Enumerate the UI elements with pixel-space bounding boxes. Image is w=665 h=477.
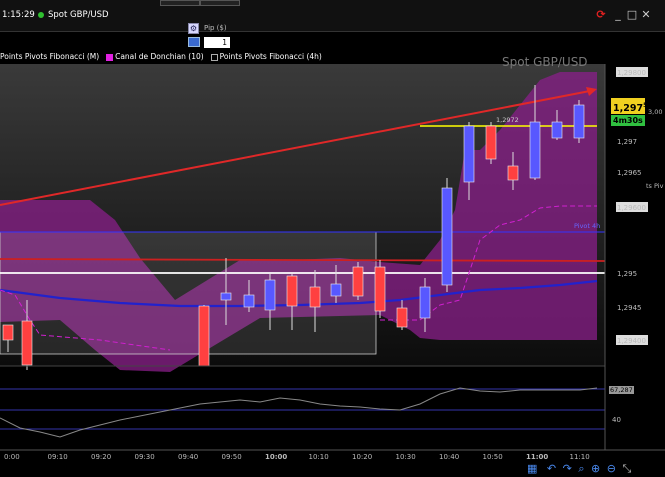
minimize-icon[interactable]: _ <box>611 8 625 22</box>
time-tick-label: 10:40 <box>439 453 459 461</box>
time-tick-label: 10:50 <box>483 453 503 461</box>
time-tick-label: 09:30 <box>135 453 155 461</box>
clock: 1:15:29 <box>2 10 35 20</box>
time-axis[interactable]: 0:00 09:10 09:20 09:30 09:40 09:50 10:00 10:10 1… <box>4 453 590 461</box>
price-tick-label: 1,295 <box>617 270 637 278</box>
price-tick-label: 1,2965 <box>617 169 642 177</box>
pip-label: Pip ($) <box>204 24 227 32</box>
zoom-out-icon[interactable]: ⊖ <box>607 462 616 475</box>
osc-value-tag: 67,287 <box>609 386 634 394</box>
price-tick-label: 1,297 <box>617 138 637 146</box>
edge-label-1: 3,00 <box>648 108 663 116</box>
indicator-pivot-monthly[interactable]: Points Pivots Fibonacci (M) <box>0 52 99 61</box>
wrench-icon[interactable]: ⚙ <box>188 23 199 34</box>
refresh-icon[interactable]: ⟳ <box>594 8 608 22</box>
time-tick-label: 10:00 <box>265 453 287 461</box>
pip-input[interactable]: 1 <box>204 37 230 48</box>
bearish-candle <box>352 262 364 300</box>
close-icon[interactable]: ✕ <box>639 8 653 22</box>
time-tick-label: 0:00 <box>4 453 20 461</box>
price-tick-label: 1,29600 <box>617 204 646 212</box>
scroll-tab-2[interactable] <box>200 0 240 6</box>
pivot-label: Pivot 4h <box>574 222 601 230</box>
zoom-icon[interactable]: ⌕ <box>578 462 584 475</box>
bottom-toolbar: ▦ ↶ ↷ ⌕ ⊕ ⊖ ⤡ <box>527 462 631 476</box>
price-tick-label: 1,29400 <box>617 337 646 345</box>
price-tick-label: 1,29800 <box>617 69 646 77</box>
indicator-legend: Points Pivots Fibonacci (M) Canal de Don… <box>0 52 326 64</box>
current-price-sup: 5 <box>643 102 648 109</box>
bearish-candle <box>485 122 497 164</box>
bearish-candle <box>374 260 386 318</box>
bullish-candle <box>441 178 453 292</box>
drag-icon[interactable]: ⤡ <box>622 462 631 475</box>
indicator-donchian[interactable]: Canal de Donchian (10) <box>106 52 204 61</box>
time-tick-label: 09:50 <box>222 453 242 461</box>
instrument-title: Spot GBP/USD <box>48 10 109 20</box>
keyboard-icon[interactable] <box>188 37 200 47</box>
pip-selector: ⚙ Pip ($) 1 <box>186 23 230 49</box>
bullish-candle <box>573 100 585 143</box>
price-tick-label: 1,2945 <box>617 304 642 312</box>
scroll-tab-1[interactable] <box>160 0 200 6</box>
countdown-badge: 4m30s <box>611 115 645 126</box>
current-price-tag: 1,2975 <box>611 98 648 115</box>
indicator-pivot-4h[interactable]: Points Pivots Fibonacci (4h) <box>210 52 322 61</box>
zoom-in-icon[interactable]: ⊕ <box>591 462 600 475</box>
inline-price-label: 1,2972 <box>496 116 519 124</box>
time-tick-label: 11:00 <box>526 453 548 461</box>
title-bar: 1:15:29 Spot GBP/USD ⟳ _ □ ✕ <box>0 0 665 32</box>
edge-label-2: ts Piv <box>646 182 664 190</box>
time-tick-label: 11:10 <box>570 453 590 461</box>
maximize-icon[interactable]: □ <box>625 8 639 22</box>
time-tick-label: 10:10 <box>309 453 329 461</box>
osc-level-label: 40 <box>612 416 621 424</box>
time-tick-label: 10:30 <box>396 453 416 461</box>
watermark: Spot GBP/USD <box>502 55 588 69</box>
bearish-candle <box>198 305 210 367</box>
time-tick-label: 09:40 <box>178 453 198 461</box>
calendar-icon[interactable]: ▦ <box>527 462 537 475</box>
redo-icon[interactable]: ↷ <box>563 462 572 475</box>
price-chart[interactable]: 1,29800 1,297 1,2965 1,29600 1,295 1,2945 1,29… <box>0 0 665 477</box>
time-tick-label: 10:20 <box>352 453 372 461</box>
current-price-main: 1,297 <box>613 103 644 115</box>
connection-status-icon <box>38 12 44 18</box>
undo-icon[interactable]: ↶ <box>547 462 556 475</box>
time-tick-label: 09:10 <box>48 453 68 461</box>
time-tick-label: 09:20 <box>91 453 111 461</box>
